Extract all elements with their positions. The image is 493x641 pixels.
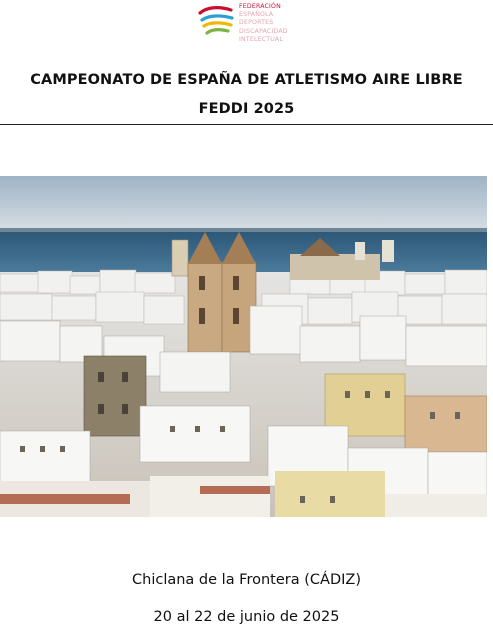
event-dates: 20 al 22 de junio de 2025 [153,609,340,625]
logo-line: INTELECTUAL [239,35,284,43]
logo-line: ESPAÑOLA [239,11,274,19]
page-subtitle: FEDDI 2025 [198,101,295,117]
document-page: FEDERACIÓN ESPAÑOLA DEPORTES DISCAPACIDA… [0,0,493,641]
title-divider [0,124,493,125]
event-location: Chiclana de la Frontera (CÁDIZ) [132,572,361,588]
federation-logo: FEDERACIÓN ESPAÑOLA DEPORTES DISCAPACIDA… [197,2,297,44]
city-photo [0,176,487,517]
logo-line: DEPORTES [239,19,274,27]
page-title: CAMPEONATO DE ESPAÑA DE ATLETISMO AIRE L… [30,72,463,88]
logo-line: DISCAPACIDAD [239,27,288,35]
logo-stripes-icon [198,6,234,35]
logo-wordmark: FEDERACIÓN ESPAÑOLA DEPORTES DISCAPACIDA… [239,3,288,44]
logo-line: FEDERACIÓN [239,3,281,10]
cadiz-skyline-image [0,176,487,517]
